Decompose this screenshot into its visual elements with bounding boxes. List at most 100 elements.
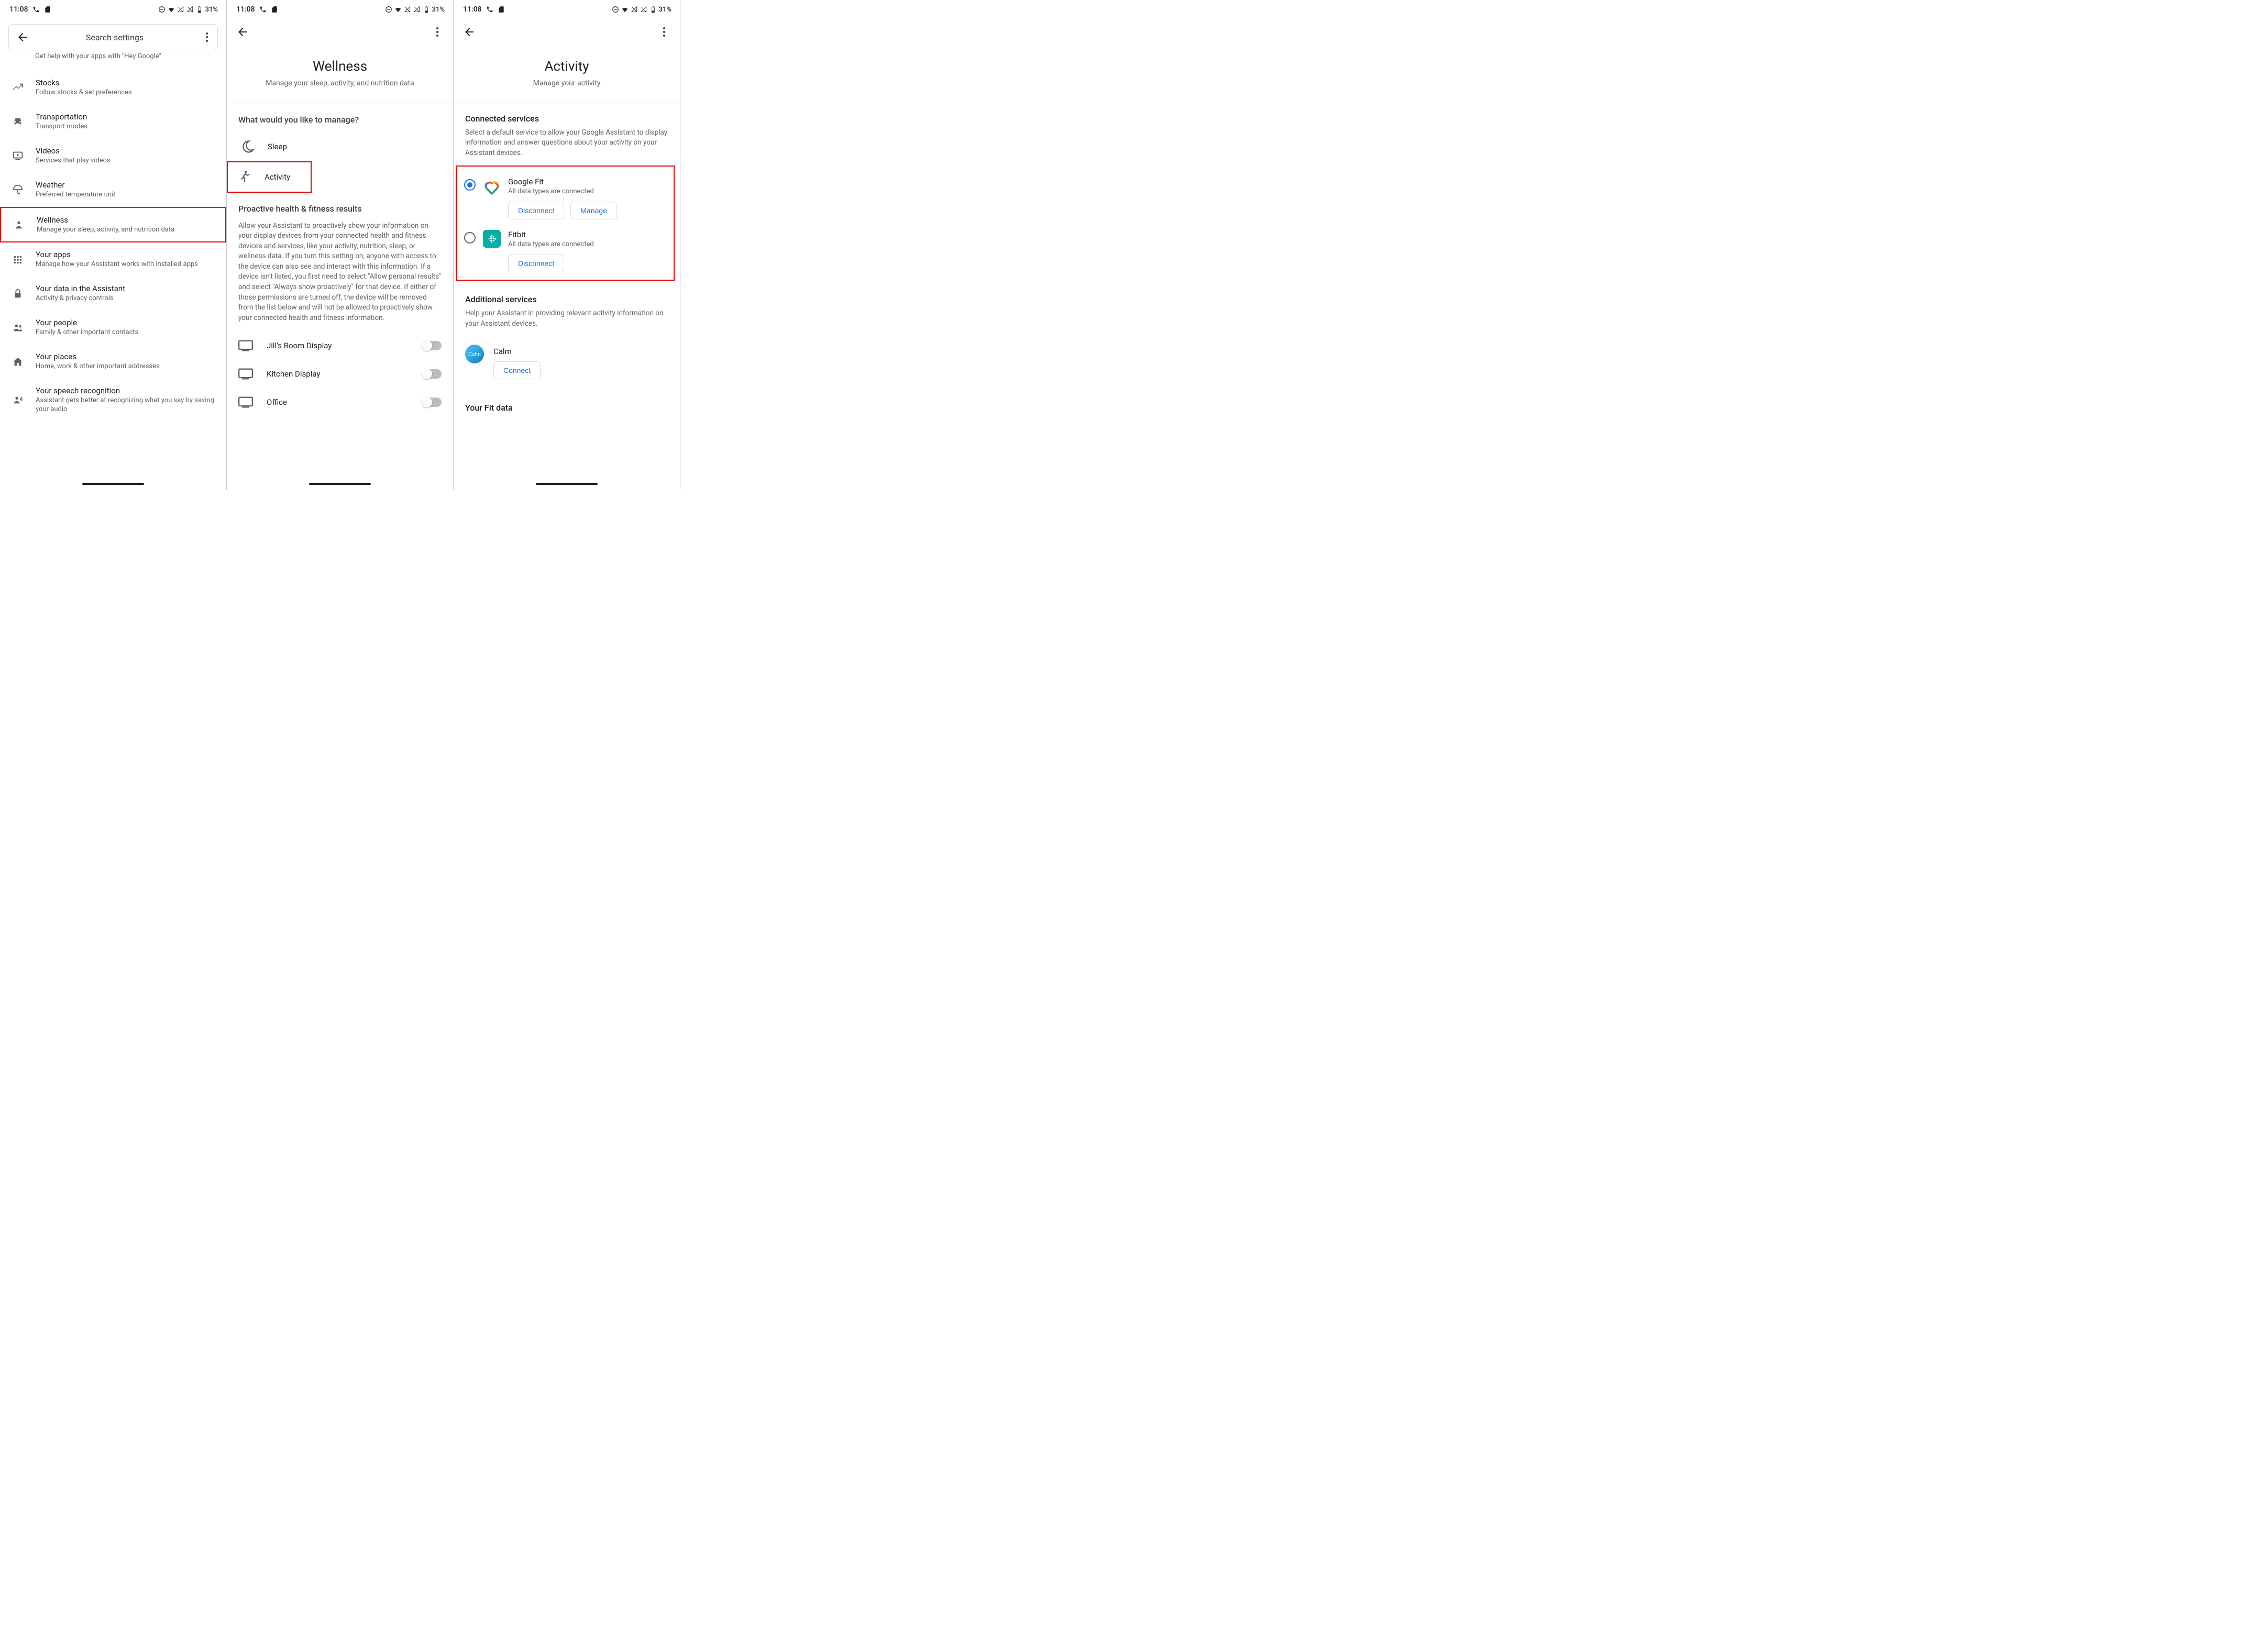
toggle-switch[interactable] bbox=[423, 341, 442, 350]
display-icon bbox=[238, 368, 253, 380]
cut-off-subtitle: Get help with your apps with "Hey Google… bbox=[35, 52, 226, 60]
signal-icon-1 bbox=[631, 6, 638, 13]
page-title: Wellness bbox=[227, 59, 453, 74]
more-icon[interactable] bbox=[431, 27, 444, 37]
apps-icon bbox=[12, 253, 24, 266]
settings-item-your-places[interactable]: Your placesHome, work & other important … bbox=[0, 345, 226, 379]
wellness-row-activity[interactable]: Activity bbox=[228, 162, 311, 192]
back-icon[interactable] bbox=[236, 26, 249, 38]
settings-item-videos[interactable]: VideosServices that play videos bbox=[0, 139, 226, 173]
battery-pct: 31% bbox=[432, 6, 445, 14]
trending-icon bbox=[12, 81, 24, 94]
video-icon bbox=[12, 149, 24, 162]
signal-icon-1 bbox=[404, 6, 411, 13]
screen-activity: 11:08 31% Activity Manage your activity … bbox=[454, 0, 680, 490]
settings-item-your-people[interactable]: Your peopleFamily & other important cont… bbox=[0, 311, 226, 345]
dnd-icon bbox=[612, 6, 619, 13]
device-row[interactable]: Office bbox=[227, 388, 453, 416]
proactive-header: Proactive health & fitness results bbox=[227, 193, 453, 219]
wifi-icon bbox=[394, 6, 402, 13]
additional-services-body: Help your Assistant in providing relevan… bbox=[454, 308, 680, 336]
status-bar: 11:08 ! 31% bbox=[0, 0, 226, 16]
dnd-icon bbox=[385, 6, 392, 13]
your-fit-data-header: Your Fit data bbox=[454, 392, 680, 417]
person-icon bbox=[13, 218, 25, 231]
call-icon bbox=[259, 6, 267, 13]
screen-settings: 11:08 ! 31% Search settings Get help wit… bbox=[0, 0, 227, 490]
page-title: Activity bbox=[454, 59, 680, 74]
nav-handle[interactable] bbox=[309, 483, 371, 485]
signal-icon-2 bbox=[413, 6, 421, 13]
connect-button[interactable]: Connect bbox=[493, 361, 541, 379]
settings-item-weather[interactable]: WeatherPreferred temperature unit bbox=[0, 173, 226, 207]
wifi-icon bbox=[621, 6, 629, 13]
radio-button[interactable] bbox=[464, 232, 476, 244]
voice-icon bbox=[12, 394, 24, 406]
fitbit-icon bbox=[483, 230, 501, 248]
settings-item-speech[interactable]: Your speech recognitionAssistant gets be… bbox=[0, 379, 226, 422]
service-calm[interactable]: Calm Calm Connect bbox=[454, 336, 680, 388]
service-google-fit[interactable]: Google Fit All data types are connected … bbox=[458, 170, 671, 223]
signal-icon-1: ! bbox=[177, 6, 184, 13]
call-icon bbox=[486, 6, 493, 13]
manage-question: What would you like to manage? bbox=[227, 103, 453, 132]
sim-icon bbox=[44, 6, 51, 13]
nav-handle[interactable] bbox=[536, 483, 598, 485]
google-fit-icon bbox=[483, 178, 501, 196]
page-subtitle: Manage your activity bbox=[454, 79, 680, 89]
signal-icon-2 bbox=[640, 6, 647, 13]
disconnect-button[interactable]: Disconnect bbox=[508, 255, 564, 272]
wifi-icon bbox=[168, 6, 175, 13]
disconnect-button[interactable]: Disconnect bbox=[508, 202, 564, 219]
battery-icon bbox=[196, 6, 203, 13]
signal-icon-2 bbox=[186, 6, 194, 13]
call-icon bbox=[32, 6, 40, 13]
calm-icon: Calm bbox=[465, 345, 484, 363]
battery-pct: 31% bbox=[205, 6, 218, 14]
status-time: 11:08 bbox=[463, 5, 482, 14]
settings-item-wellness[interactable]: WellnessManage your sleep, activity, and… bbox=[1, 208, 225, 242]
run-icon bbox=[237, 170, 252, 184]
connected-services-body: Select a default service to allow your G… bbox=[454, 128, 680, 166]
lock-icon bbox=[12, 288, 24, 300]
service-fitbit[interactable]: Fitbit All data types are connected Disc… bbox=[458, 223, 671, 275]
battery-icon bbox=[649, 6, 657, 13]
search-settings-bar[interactable]: Search settings bbox=[8, 24, 218, 50]
wellness-row-sleep[interactable]: Sleep bbox=[227, 132, 453, 161]
page-subtitle: Manage your sleep, activity, and nutriti… bbox=[227, 79, 453, 89]
sim-icon bbox=[271, 6, 278, 13]
back-icon[interactable] bbox=[16, 31, 29, 43]
people-icon bbox=[12, 322, 24, 334]
status-bar: 11:08 31% bbox=[454, 0, 680, 16]
more-icon[interactable] bbox=[201, 32, 213, 42]
settings-item-your-data[interactable]: Your data in the AssistantActivity & pri… bbox=[0, 277, 226, 311]
umbrella-icon bbox=[12, 183, 24, 196]
additional-services-header: Additional services bbox=[454, 281, 680, 308]
status-time: 11:08 bbox=[236, 5, 255, 14]
device-row[interactable]: Jill's Room Display bbox=[227, 332, 453, 360]
nav-handle[interactable] bbox=[82, 483, 144, 485]
moon-icon bbox=[240, 139, 255, 154]
device-row[interactable]: Kitchen Display bbox=[227, 360, 453, 388]
screen-wellness: 11:08 31% Wellness Manage your sleep, ac… bbox=[227, 0, 454, 490]
sim-icon bbox=[498, 6, 505, 13]
display-icon bbox=[238, 340, 253, 351]
status-time: 11:08 bbox=[9, 5, 28, 14]
toggle-switch[interactable] bbox=[423, 398, 442, 407]
radio-button[interactable] bbox=[464, 179, 476, 191]
proactive-body: Allow your Assistant to proactively show… bbox=[227, 219, 453, 332]
toggle-switch[interactable] bbox=[423, 369, 442, 379]
display-icon bbox=[238, 396, 253, 408]
settings-item-transportation[interactable]: TransportationTransport modes bbox=[0, 105, 226, 139]
battery-icon bbox=[423, 6, 430, 13]
manage-button[interactable]: Manage bbox=[570, 202, 617, 219]
car-icon bbox=[12, 115, 24, 128]
home-icon bbox=[12, 356, 24, 368]
status-bar: 11:08 31% bbox=[227, 0, 453, 16]
more-icon[interactable] bbox=[658, 27, 670, 37]
connected-services-box: Google Fit All data types are connected … bbox=[456, 165, 675, 281]
back-icon[interactable] bbox=[463, 26, 476, 38]
dnd-icon bbox=[158, 6, 166, 13]
settings-item-your-apps[interactable]: Your appsManage how your Assistant works… bbox=[0, 242, 226, 277]
settings-item-stocks[interactable]: StocksFollow stocks & set preferences bbox=[0, 71, 226, 105]
